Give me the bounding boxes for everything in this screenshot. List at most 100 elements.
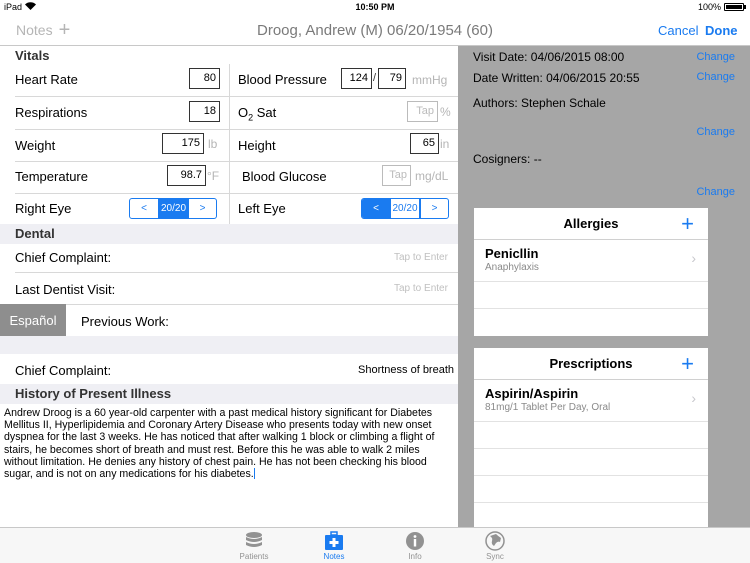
- tab-bar: Patients Notes Info Sync: [0, 527, 750, 563]
- note-info-block: Visit Date: 04/06/2015 08:00 Change Date…: [458, 46, 750, 206]
- temperature-input[interactable]: 98.7: [167, 165, 206, 186]
- row-divider: [15, 96, 458, 97]
- authors: Authors: Stephen Schale: [473, 96, 606, 110]
- hpi-textarea[interactable]: Andrew Droog is a 60 year-old carpenter …: [4, 407, 454, 480]
- allergy-detail: Anaphylaxis: [485, 262, 539, 273]
- chief-complaint-label: Chief Complaint:: [15, 363, 112, 378]
- weight-unit: lb: [208, 137, 218, 151]
- tab-info-label: Info: [408, 552, 422, 561]
- hpi-text: Andrew Droog is a 60 year-old carpenter …: [4, 407, 435, 481]
- heart-rate-label: Heart Rate: [15, 72, 78, 87]
- empty-row: [474, 476, 708, 503]
- prescriptions-header: Prescriptions +: [474, 348, 708, 380]
- tab-sync-label: Sync: [486, 552, 504, 561]
- left-eye-label: Left Eye: [238, 201, 286, 216]
- empty-row: [474, 309, 708, 336]
- navigation-bar: Notes + Droog, Andrew (M) 06/20/1954 (60…: [0, 14, 750, 46]
- diastolic-input[interactable]: 79: [378, 68, 406, 89]
- spacer-band: [0, 336, 458, 354]
- left-eye-value: 20/20: [390, 199, 420, 218]
- previous-work-label: Previous Work:: [81, 314, 169, 329]
- o2-sat-input[interactable]: Tap: [407, 101, 438, 122]
- systolic-input[interactable]: 124: [341, 68, 372, 89]
- allergies-title: Allergies: [563, 216, 619, 231]
- app-window: iPad 10:50 PM 100% Notes + Droog, Andrew…: [0, 0, 750, 563]
- temperature-unit: °F: [207, 169, 220, 183]
- vitals-header: Vitals: [0, 46, 458, 66]
- status-right: 100%: [698, 2, 746, 12]
- visit-date-change-button[interactable]: Change: [696, 51, 735, 63]
- visit-date: Visit Date: 04/06/2015 08:00: [473, 50, 625, 64]
- battery-tip: [744, 5, 746, 9]
- cosigners-change-button[interactable]: Change: [696, 186, 735, 198]
- last-dentist-visit-input[interactable]: Tap to Enter: [394, 283, 448, 294]
- battery-percent: 100%: [697, 2, 721, 12]
- info-icon: [385, 530, 445, 552]
- row-divider: [15, 272, 458, 273]
- dental-chief-complaint-label: Chief Complaint:: [15, 250, 112, 265]
- allergies-card: Allergies + Penicllin Anaphylaxis ›: [474, 208, 708, 336]
- row-divider: [0, 304, 458, 305]
- row-divider: [15, 193, 458, 194]
- blood-glucose-unit: mg/dL: [415, 169, 449, 183]
- add-prescription-button[interactable]: +: [681, 351, 694, 377]
- status-left: iPad: [4, 2, 37, 12]
- authors-change-button[interactable]: Change: [696, 126, 735, 138]
- chevron-right-icon: ›: [691, 390, 696, 406]
- carrier-label: iPad: [4, 2, 23, 12]
- o2-unit: %: [440, 105, 451, 119]
- height-input[interactable]: 65: [410, 133, 439, 154]
- prescriptions-title: Prescriptions: [549, 356, 633, 371]
- blood-glucose-input[interactable]: Tap: [382, 165, 411, 186]
- patient-title: Droog, Andrew (M) 06/20/1954 (60): [257, 22, 493, 39]
- weight-input[interactable]: 175: [162, 133, 204, 154]
- o2-label-main: O: [238, 105, 249, 120]
- dental-header: Dental: [0, 224, 458, 244]
- row-divider: [15, 129, 458, 130]
- right-eye-increment[interactable]: >: [188, 199, 216, 218]
- o2-sat-label: O2 Sat: [238, 105, 276, 123]
- right-eye-decrement[interactable]: <: [130, 199, 158, 218]
- right-eye-stepper: < 20/20 >: [129, 198, 217, 219]
- last-dentist-visit-label: Last Dentist Visit:: [15, 282, 116, 297]
- respirations-input[interactable]: 18: [189, 101, 220, 122]
- globe-icon: [465, 530, 525, 552]
- text-cursor: [253, 468, 255, 480]
- battery-icon: [724, 3, 744, 11]
- dental-chief-complaint-input[interactable]: Tap to Enter: [394, 252, 448, 263]
- prescription-name: Aspirin/Aspirin: [485, 386, 579, 401]
- blood-pressure-label: Blood Pressure: [238, 72, 327, 87]
- column-divider: [229, 64, 230, 224]
- hpi-header: History of Present Illness: [0, 384, 458, 404]
- row-divider: [15, 161, 458, 162]
- add-allergy-button[interactable]: +: [681, 211, 694, 237]
- tab-notes[interactable]: Notes: [304, 530, 364, 561]
- cancel-button[interactable]: Cancel: [658, 23, 698, 38]
- espanol-button[interactable]: Español: [0, 304, 66, 336]
- heart-rate-input[interactable]: 80: [189, 68, 220, 89]
- allergy-item[interactable]: Penicllin Anaphylaxis ›: [474, 240, 708, 282]
- bp-unit: mmHg: [412, 73, 448, 87]
- allergies-header: Allergies +: [474, 208, 708, 240]
- left-eye-decrement[interactable]: <: [362, 199, 390, 218]
- tab-info[interactable]: Info: [385, 530, 445, 561]
- temperature-label: Temperature: [15, 169, 88, 184]
- height-label: Height: [238, 138, 276, 153]
- tab-notes-label: Notes: [323, 552, 345, 561]
- tab-patients[interactable]: Patients: [224, 530, 284, 561]
- status-bar: iPad 10:50 PM 100%: [0, 0, 750, 14]
- date-written-change-button[interactable]: Change: [696, 71, 735, 83]
- empty-row: [474, 282, 708, 309]
- left-eye-increment[interactable]: >: [420, 199, 448, 218]
- o2-label-rest: Sat: [253, 105, 277, 120]
- chief-complaint-value[interactable]: Shortness of breath: [358, 364, 454, 376]
- tab-sync[interactable]: Sync: [465, 530, 525, 561]
- prescription-item[interactable]: Aspirin/Aspirin 81mg/1 Tablet Per Day, O…: [474, 380, 708, 422]
- respirations-label: Respirations: [15, 105, 88, 120]
- height-unit: in: [440, 137, 450, 151]
- prescriptions-card: Prescriptions + Aspirin/Aspirin 81mg/1 T…: [474, 348, 708, 527]
- tab-patients-label: Patients: [239, 552, 269, 561]
- done-button[interactable]: Done: [705, 23, 738, 38]
- date-written: Date Written: 04/06/2015 20:55: [473, 71, 640, 85]
- weight-label: Weight: [15, 138, 56, 153]
